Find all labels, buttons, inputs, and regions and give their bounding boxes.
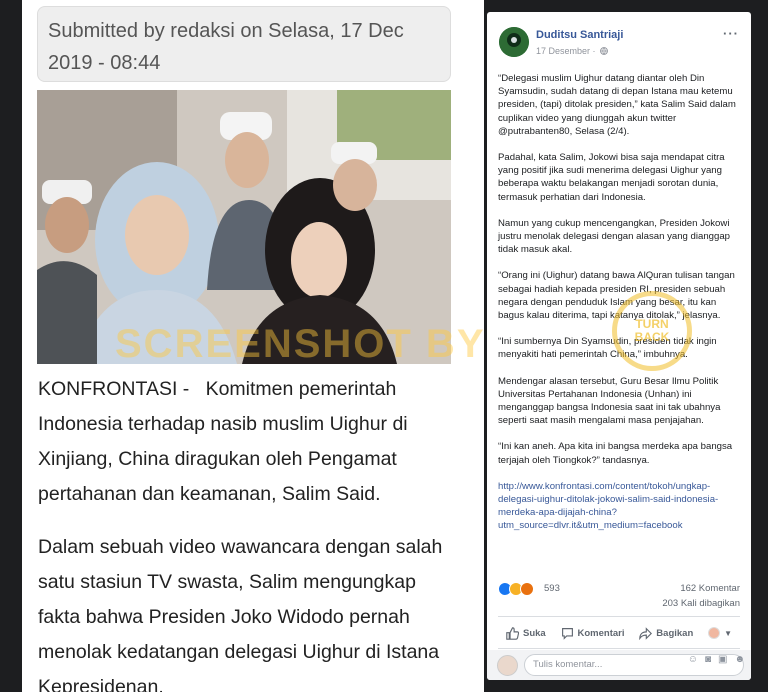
profile-thumb-icon <box>708 627 721 639</box>
post-paragraph-2: Padahal, kata Salim, Jokowi bisa saja me… <box>498 152 725 203</box>
sticker-icon[interactable]: ☻ <box>734 654 745 665</box>
facebook-post: Duditsu Santriaji 17 Desember · ··· “Del… <box>487 12 751 680</box>
comment-count[interactable]: 162 Komentar <box>680 583 740 594</box>
post-body: “Delegasi muslim Uighur datang diantar o… <box>498 72 744 546</box>
comment-icon <box>561 627 573 640</box>
post-actions: Suka Komentari Bagikan ▼ <box>498 622 740 644</box>
like-label: Suka <box>523 627 546 639</box>
avatar-image <box>499 27 529 57</box>
share-icon <box>639 626 653 640</box>
camera-icon[interactable]: ◙ <box>705 654 711 665</box>
share-count[interactable]: 203 Kali dibagikan <box>662 598 740 609</box>
post-paragraph-7: “Ini kan aneh. Apa kita ini bangsa merde… <box>498 441 733 466</box>
article-text: KONFRONTASI - Komitmen pemerintah Indone… <box>38 372 458 692</box>
article-photo <box>37 90 451 364</box>
gif-icon[interactable]: ▣ <box>718 654 727 665</box>
comment-label: Komentari <box>577 627 625 639</box>
post-paragraph-3: Namun yang cukup mencengangkan, Presiden… <box>498 217 731 256</box>
article-paragraph-2: Dalam sebuah video wawancara dengan sala… <box>38 536 443 692</box>
article-kicker: KONFRONTASI - <box>38 378 190 400</box>
post-paragraph-1: “Delegasi muslim Uighur datang diantar o… <box>498 73 736 137</box>
emoji-icon[interactable]: ☺ <box>688 654 698 665</box>
reactions-bar: 593 162 Komentar 203 Kali dibagikan <box>498 582 740 614</box>
comment-button[interactable]: Komentari <box>561 627 625 640</box>
comment-composer: Tulis komentar... ☺ ◙ ▣ ☻ <box>487 650 751 680</box>
photo-illustration <box>37 90 451 364</box>
angry-reaction-icon <box>520 582 534 596</box>
comment-tools: ☺ ◙ ▣ ☻ <box>688 654 745 665</box>
globe-icon <box>600 47 608 55</box>
article-panel: Submitted by redaksi on Selasa, 17 Dec 2… <box>22 0 484 692</box>
reaction-count[interactable]: 593 <box>544 583 560 594</box>
chevron-down-icon: ▼ <box>724 628 732 638</box>
divider <box>498 648 740 649</box>
post-date[interactable]: 17 Desember · <box>536 46 608 56</box>
divider <box>498 616 740 617</box>
thumbs-up-icon <box>506 626 519 640</box>
post-paragraph-6: Mendengar alasan tersebut, Guru Besar Il… <box>498 375 721 427</box>
comment-placeholder: Tulis komentar... <box>533 659 603 670</box>
reaction-icons[interactable] <box>498 582 534 596</box>
post-paragraph-5: “Ini sumbernya Din Syamsudin, presiden t… <box>498 336 717 361</box>
author-avatar[interactable] <box>499 27 529 57</box>
like-button[interactable]: Suka <box>506 626 546 640</box>
submitted-info: Submitted by redaksi on Selasa, 17 Dec 2… <box>37 6 451 82</box>
viewer-avatar <box>497 655 518 676</box>
post-date-text: 17 Desember · <box>536 46 596 56</box>
share-label: Bagikan <box>656 627 694 639</box>
share-button[interactable]: Bagikan <box>639 626 694 640</box>
author-name[interactable]: Duditsu Santriaji <box>536 29 623 41</box>
article-paragraph-1: KONFRONTASI - Komitmen pemerintah Indone… <box>38 372 458 512</box>
more-options-icon[interactable]: ··· <box>723 26 739 41</box>
audience-selector[interactable]: ▼ <box>708 627 732 639</box>
article-link[interactable]: http://www.konfrontasi.com/content/tokoh… <box>498 481 718 532</box>
post-paragraph-4: “Orang ini (Uighur) datang bawa AlQuran … <box>498 270 735 322</box>
